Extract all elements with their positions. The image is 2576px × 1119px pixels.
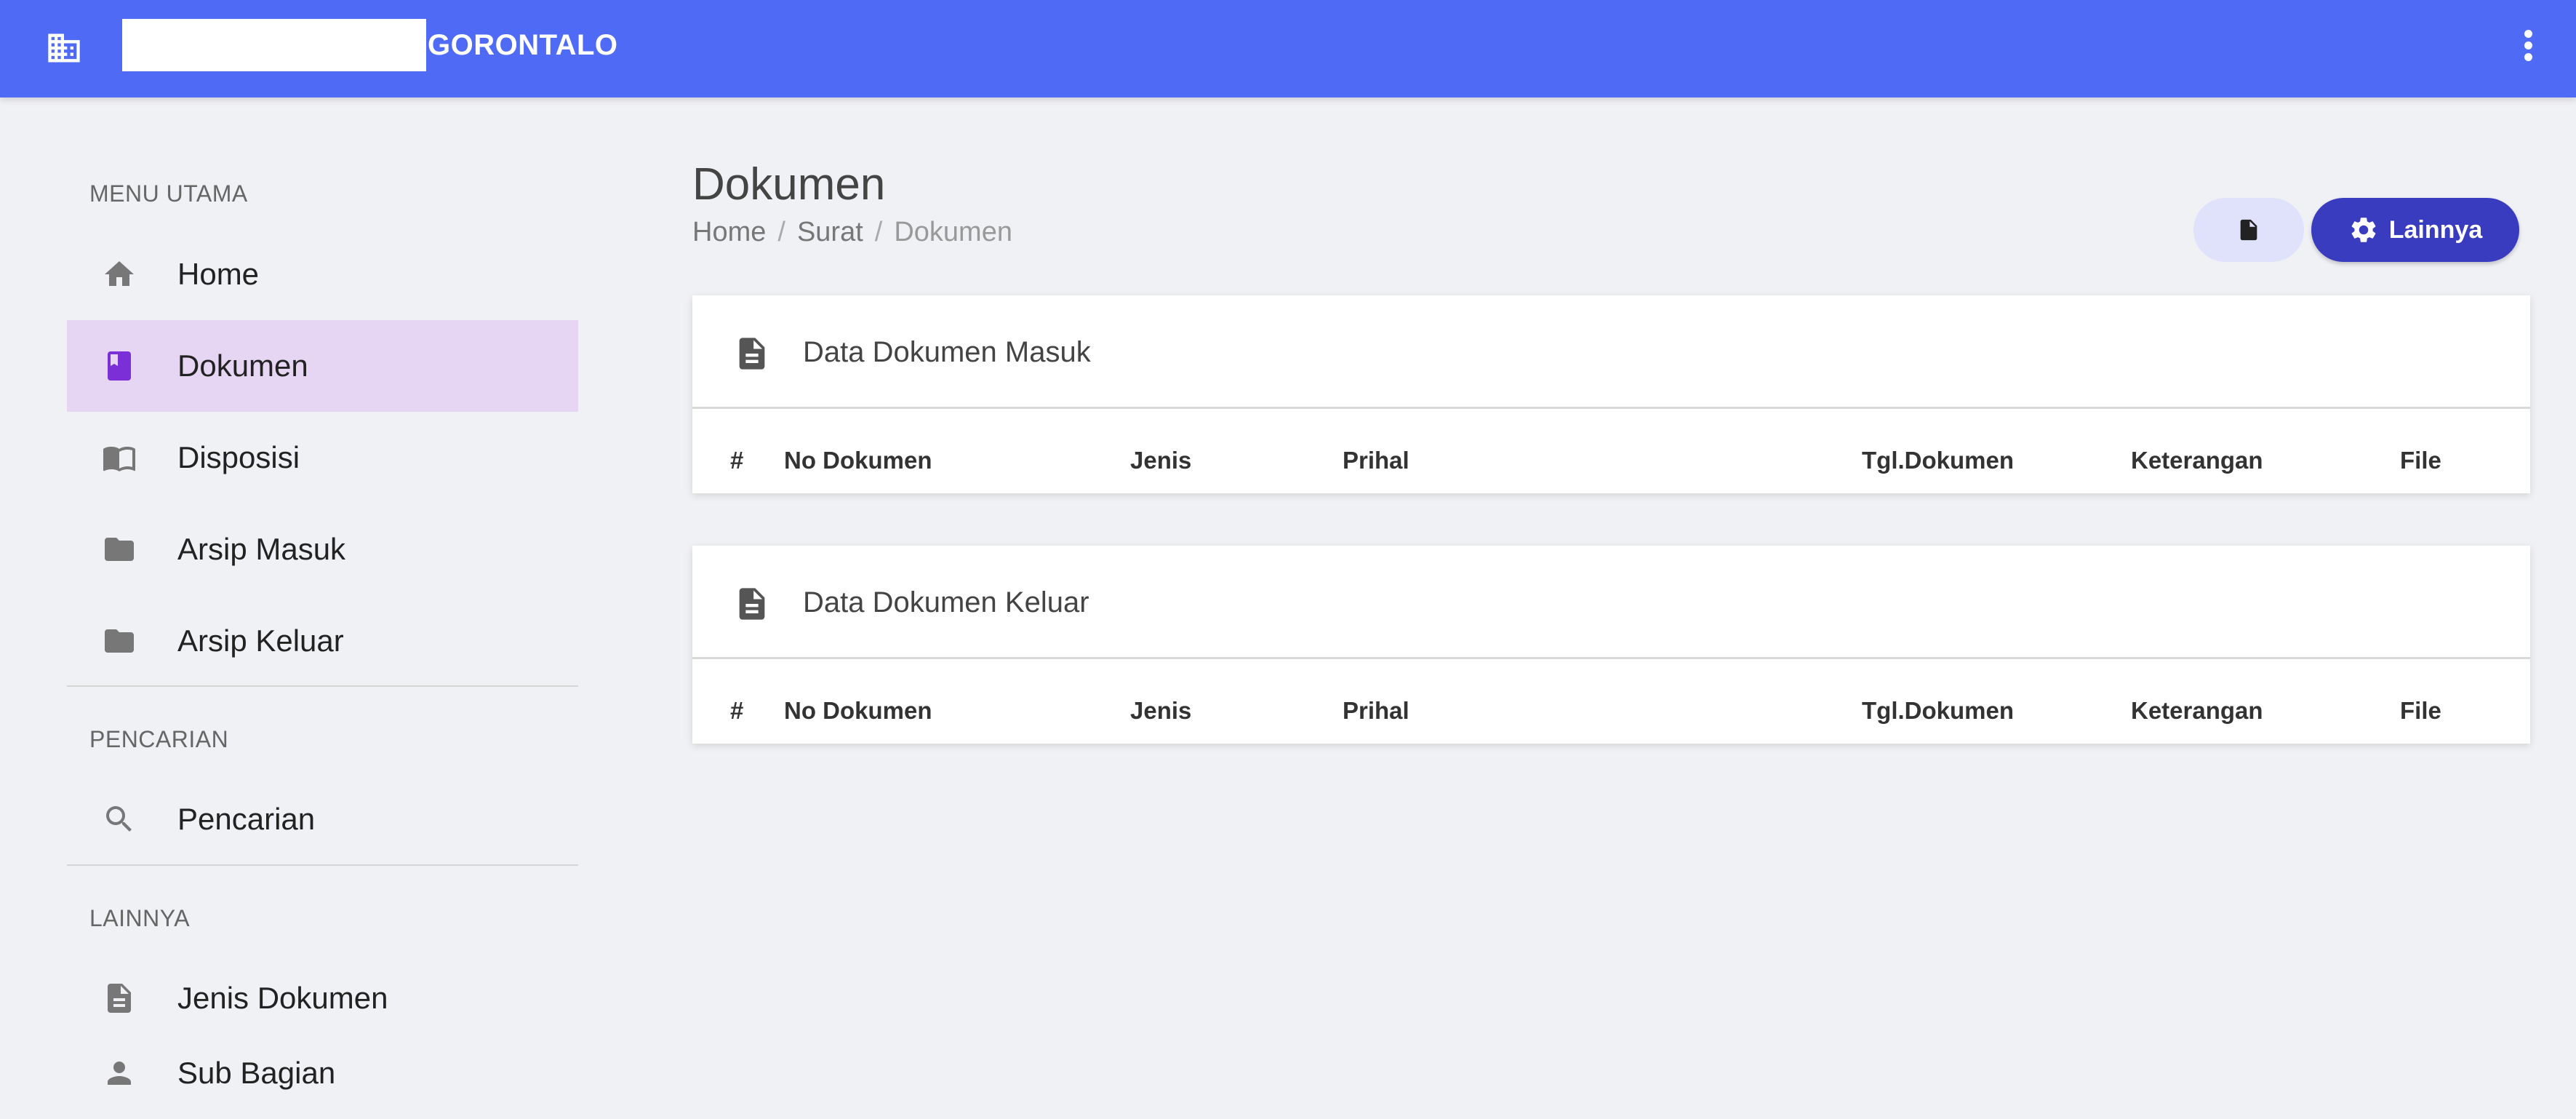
column-header-keterangan: Keterangan bbox=[2131, 697, 2263, 724]
column-header-number: # bbox=[730, 447, 744, 474]
sidebar-item-pencarian[interactable]: Pencarian bbox=[67, 773, 578, 865]
person-icon bbox=[108, 1062, 131, 1085]
column-header-file: File bbox=[2400, 447, 2441, 474]
sidebar-divider bbox=[67, 685, 578, 687]
building-icon bbox=[48, 33, 80, 63]
document-icon bbox=[108, 984, 131, 1013]
column-header-file: File bbox=[2400, 697, 2441, 724]
card-title: Data Dokumen Masuk bbox=[803, 336, 1091, 368]
sidebar-item-label: Sub Bagian bbox=[177, 1056, 336, 1090]
breadcrumb-surat[interactable]: Surat bbox=[797, 217, 863, 248]
column-header-no-dokumen: No Dokumen bbox=[784, 697, 932, 724]
card-header: Data Dokumen Masuk bbox=[692, 295, 2530, 409]
brand-title: GORONTALO bbox=[428, 29, 618, 61]
breadcrumb: Home / Surat / Dokumen bbox=[692, 217, 1012, 248]
lainnya-button-label: Lainnya bbox=[2388, 215, 2483, 244]
document-action-button[interactable] bbox=[2193, 198, 2304, 262]
folder-icon bbox=[105, 629, 134, 653]
sidebar-item-label: Arsip Keluar bbox=[177, 624, 344, 658]
column-header-no-dokumen: No Dokumen bbox=[784, 447, 932, 474]
sidebar-item-label: Home bbox=[177, 257, 260, 291]
search-icon bbox=[106, 806, 132, 832]
sidebar-item-label: Pencarian bbox=[177, 802, 316, 836]
sidebar-divider bbox=[67, 864, 578, 866]
column-header-keterangan: Keterangan bbox=[2131, 447, 2263, 474]
sidebar-item-label: Dokumen bbox=[177, 349, 308, 383]
card-title: Data Dokumen Keluar bbox=[803, 586, 1089, 618]
sidebar: MENU UTAMA Home Dokumen Disposisi Arsip … bbox=[0, 97, 604, 1119]
card-header: Data Dokumen Keluar bbox=[692, 546, 2530, 659]
sidebar-item-sub-bagian[interactable]: Sub Bagian bbox=[67, 1027, 578, 1119]
column-header-tgl-dokumen: Tgl.Dokumen bbox=[1862, 447, 2015, 474]
card-dokumen-masuk: Data Dokumen Masuk # No Dokumen Jenis Pr… bbox=[692, 295, 2530, 493]
gear-icon bbox=[2351, 218, 2376, 242]
column-header-jenis: Jenis bbox=[1130, 447, 1192, 474]
sidebar-section-title: PENCARIAN bbox=[89, 726, 229, 752]
column-header-prihal: Prihal bbox=[1343, 447, 1409, 474]
sidebar-section-title: MENU UTAMA bbox=[89, 180, 248, 207]
top-app-bar: GORONTALO bbox=[0, 0, 2576, 97]
book-icon bbox=[108, 351, 131, 381]
sidebar-item-label: Disposisi bbox=[177, 440, 300, 474]
brand-name-redacted bbox=[122, 19, 426, 71]
document-icon bbox=[739, 338, 765, 370]
column-header-jenis: Jenis bbox=[1130, 697, 1192, 724]
sidebar-section-title: LAINNYA bbox=[89, 905, 191, 931]
folder-icon bbox=[105, 538, 134, 561]
breadcrumb-separator: / bbox=[874, 217, 883, 247]
sidebar-item-arsip-keluar[interactable]: Arsip Keluar bbox=[67, 595, 578, 687]
more-vert-icon[interactable] bbox=[2515, 26, 2541, 70]
sidebar-item-home[interactable]: Home bbox=[67, 228, 578, 320]
sidebar-item-disposisi[interactable]: Disposisi bbox=[67, 412, 578, 503]
page-title: Dokumen bbox=[692, 159, 886, 210]
document-icon bbox=[739, 588, 765, 620]
open-book-icon bbox=[103, 447, 135, 471]
breadcrumb-home[interactable]: Home bbox=[692, 217, 766, 248]
sidebar-item-label: Arsip Masuk bbox=[177, 532, 346, 566]
lainnya-button[interactable]: Lainnya bbox=[2311, 198, 2519, 262]
sidebar-item-label: Jenis Dokumen bbox=[177, 981, 388, 1015]
column-header-prihal: Prihal bbox=[1343, 697, 1409, 724]
column-header-number: # bbox=[730, 697, 744, 724]
breadcrumb-current: Dokumen bbox=[894, 217, 1012, 247]
column-header-tgl-dokumen: Tgl.Dokumen bbox=[1862, 697, 2015, 724]
breadcrumb-separator: / bbox=[777, 217, 785, 247]
card-dokumen-keluar: Data Dokumen Keluar # No Dokumen Jenis P… bbox=[692, 546, 2530, 744]
file-icon bbox=[2240, 219, 2257, 241]
home-icon bbox=[105, 261, 134, 286]
sidebar-item-dokumen[interactable]: Dokumen bbox=[67, 320, 578, 412]
sidebar-item-arsip-masuk[interactable]: Arsip Masuk bbox=[67, 503, 578, 595]
